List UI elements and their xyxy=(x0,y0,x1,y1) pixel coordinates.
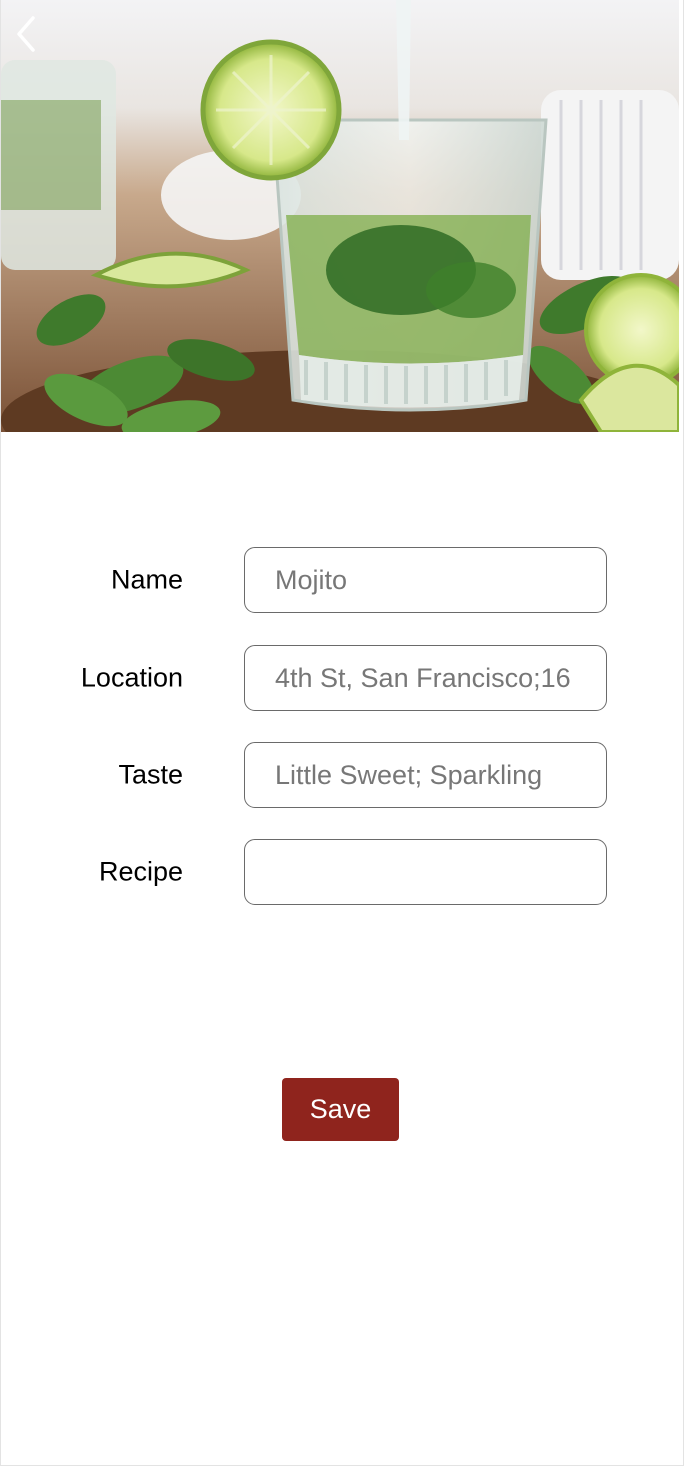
name-input[interactable] xyxy=(244,547,607,613)
add-drink-screen: Name Location Taste Recipe Save xyxy=(0,0,684,1466)
recipe-row: Recipe xyxy=(1,839,683,905)
hero-image xyxy=(1,0,679,432)
back-button[interactable] xyxy=(9,12,43,56)
mojito-photo xyxy=(1,0,679,432)
location-input[interactable] xyxy=(244,645,607,711)
name-row: Name xyxy=(1,547,683,613)
taste-row: Taste xyxy=(1,742,683,808)
taste-input[interactable] xyxy=(244,742,607,808)
recipe-label: Recipe xyxy=(98,856,183,887)
location-row: Location xyxy=(1,645,683,711)
taste-label: Taste xyxy=(118,759,183,790)
name-label: Name xyxy=(110,564,183,595)
save-button[interactable]: Save xyxy=(282,1078,399,1141)
recipe-input[interactable] xyxy=(244,839,607,905)
location-label: Location xyxy=(80,662,183,693)
chevron-left-icon xyxy=(17,16,35,52)
